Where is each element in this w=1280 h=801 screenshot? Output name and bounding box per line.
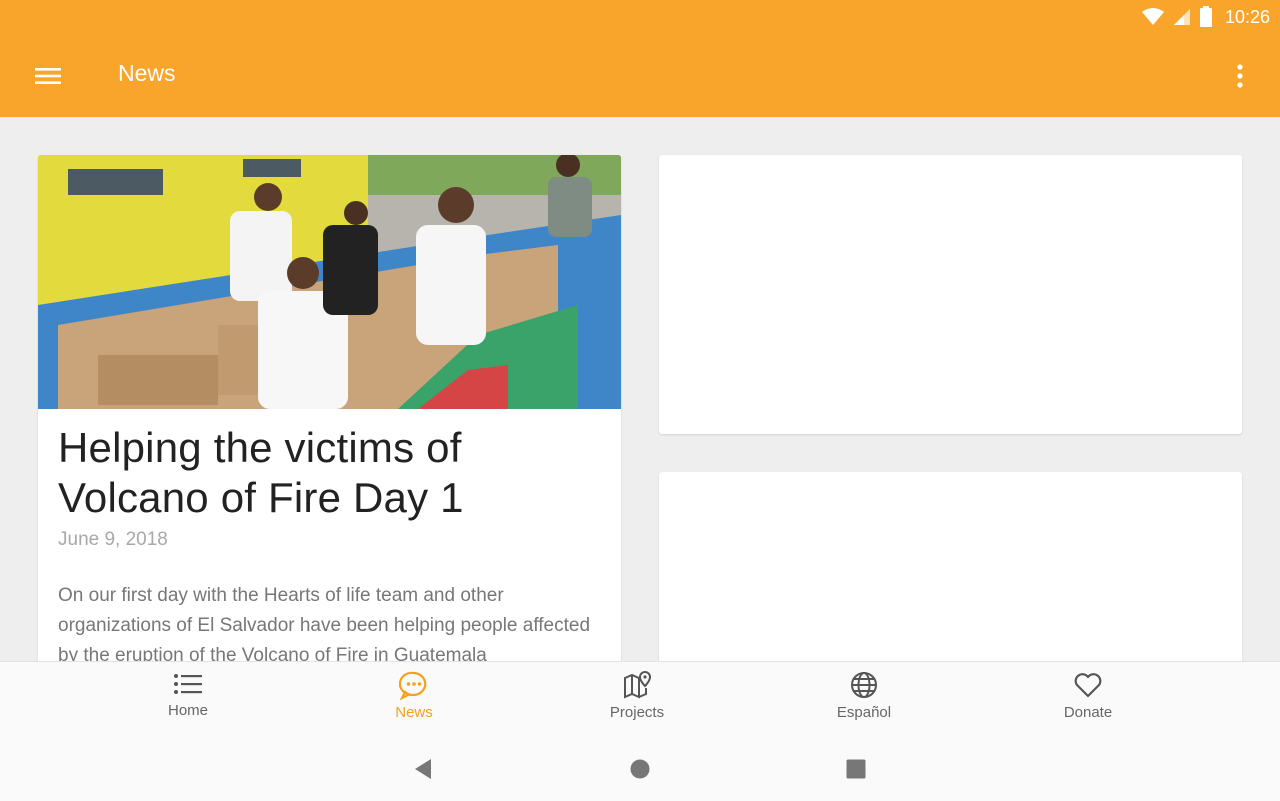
news-excerpt: On our first day with the Hearts of life… [58,585,591,666]
app-bar: 10:26 News [0,0,1280,117]
home-circle-icon [630,759,650,779]
nav-language[interactable]: Español [794,670,934,734]
status-bar: 10:26 [1141,4,1270,30]
news-title: Helping the victims of Volcano of Fire D… [58,424,464,521]
heart-icon [1074,673,1102,698]
back-triangle-icon [415,759,431,779]
overflow-menu-button[interactable] [1220,52,1260,100]
recents-square-icon [846,759,866,779]
nav-home[interactable]: Home [118,670,258,734]
system-back-button[interactable] [403,757,443,781]
menu-button[interactable] [24,52,72,100]
list-icon [174,674,202,694]
nav-news[interactable]: News [344,670,484,734]
signal-icon [1173,9,1190,25]
wifi-icon [1141,8,1164,25]
more-vert-icon [1237,64,1243,88]
nav-home-label: Home [167,702,208,719]
news-card-featured[interactable]: Helping the victims of Volcano of Fire D… [38,155,621,675]
news-photo [38,155,621,409]
nav-news-label: News [395,704,433,721]
nav-donate[interactable]: Donate [1018,670,1158,734]
nav-projects[interactable]: Projects [567,670,707,734]
hamburger-menu-icon [35,68,61,84]
map-pin-icon [624,670,652,699]
nav-donate-label: Donate [1063,704,1113,721]
news-card-placeholder[interactable] [659,155,1242,434]
system-recents-button[interactable] [836,757,876,781]
chat-bubble-icon [399,671,427,700]
news-date: June 9, 2018 [58,529,168,550]
nav-language-label: Español [836,704,892,721]
battery-icon [1199,6,1212,27]
status-time: 10:26 [1224,6,1270,27]
news-card-placeholder[interactable] [659,472,1242,692]
page-title: News [118,60,176,86]
globe-icon [851,672,877,698]
bottom-navigation: Home News Projects Español Donate [0,661,1280,801]
system-home-button[interactable] [620,757,660,781]
nav-projects-label: Projects [609,704,665,721]
